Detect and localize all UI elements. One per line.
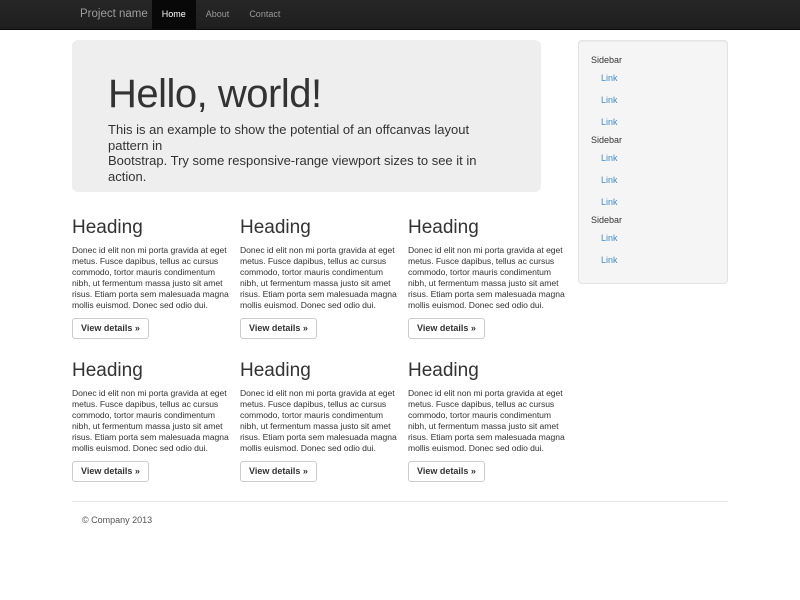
- navbar-item: About: [196, 0, 240, 29]
- card-body-text: Donec id elit non mi porta gravida at eg…: [408, 245, 566, 311]
- cards-grid: Heading Donec id elit non mi porta gravi…: [72, 217, 566, 482]
- view-details-button[interactable]: View details »: [408, 461, 485, 482]
- sidebar-group-title: Sidebar: [591, 53, 715, 67]
- sidebar-link-item: Link: [591, 147, 715, 169]
- sidebar-link[interactable]: Link: [591, 191, 715, 213]
- navbar-inner: Project name Home About Contact: [72, 0, 728, 29]
- card-heading: Heading: [72, 360, 230, 382]
- sidebar-link-list: Link Link: [591, 227, 715, 271]
- view-details-button[interactable]: View details »: [72, 461, 149, 482]
- sidebar-link[interactable]: Link: [591, 67, 715, 89]
- sidebar-link[interactable]: Link: [591, 89, 715, 111]
- view-details-button[interactable]: View details »: [72, 318, 149, 339]
- sidebar-link[interactable]: Link: [591, 227, 715, 249]
- sidebar-group: Sidebar Link Link: [591, 213, 715, 271]
- navbar-menu: Home About Contact: [152, 0, 291, 29]
- sidebar-group: Sidebar Link Link Link: [591, 53, 715, 133]
- sidebar-group-title: Sidebar: [591, 213, 715, 227]
- view-details-button[interactable]: View details »: [408, 318, 485, 339]
- navbar: Project name Home About Contact: [0, 0, 800, 30]
- sidebar-link-item: Link: [591, 227, 715, 249]
- view-details-button[interactable]: View details »: [240, 318, 317, 339]
- sidebar-link-item: Link: [591, 191, 715, 213]
- sidebar-link-item: Link: [591, 89, 715, 111]
- view-details-button[interactable]: View details »: [240, 461, 317, 482]
- sidebar-link-list: Link Link Link: [591, 67, 715, 133]
- card-body-text: Donec id elit non mi porta gravida at eg…: [72, 245, 230, 311]
- footer-divider: [72, 501, 728, 502]
- sidebar-link-item: Link: [591, 111, 715, 133]
- sidebar-link[interactable]: Link: [591, 249, 715, 271]
- navbar-item: Contact: [239, 0, 290, 29]
- sidebar-link-item: Link: [591, 249, 715, 271]
- sidebar-link-item: Link: [591, 169, 715, 191]
- content-card: Heading Donec id elit non mi porta gravi…: [72, 360, 230, 482]
- card-heading: Heading: [240, 360, 398, 382]
- sidebar-link-item: Link: [591, 67, 715, 89]
- sidebar: Sidebar Link Link Link Sidebar Link Link…: [578, 40, 728, 284]
- main-container: Hello, world! This is an example to show…: [72, 40, 728, 525]
- sidebar-link[interactable]: Link: [591, 147, 715, 169]
- sidebar-link[interactable]: Link: [591, 111, 715, 133]
- navbar-item-link[interactable]: Contact: [239, 0, 290, 29]
- sidebar-group: Sidebar Link Link Link: [591, 133, 715, 213]
- card-heading: Heading: [72, 217, 230, 239]
- copyright-text: © Company 2013: [82, 515, 728, 525]
- card-heading: Heading: [408, 217, 566, 239]
- sidebar-group-title: Sidebar: [591, 133, 715, 147]
- content-card: Heading Donec id elit non mi porta gravi…: [408, 217, 566, 339]
- sidebar-link[interactable]: Link: [591, 169, 715, 191]
- content-card: Heading Donec id elit non mi porta gravi…: [240, 360, 398, 482]
- jumbotron-description: This is an example to show the potential…: [108, 122, 505, 184]
- navbar-item-link[interactable]: Home: [152, 0, 196, 29]
- card-body-text: Donec id elit non mi porta gravida at eg…: [72, 388, 230, 454]
- card-body-text: Donec id elit non mi porta gravida at eg…: [408, 388, 566, 454]
- card-heading: Heading: [408, 360, 566, 382]
- content-card: Heading Donec id elit non mi porta gravi…: [72, 217, 230, 339]
- content-card: Heading Donec id elit non mi porta gravi…: [240, 217, 398, 339]
- card-body-text: Donec id elit non mi porta gravida at eg…: [240, 388, 398, 454]
- card-heading: Heading: [240, 217, 398, 239]
- jumbotron: Hello, world! This is an example to show…: [72, 40, 541, 192]
- navbar-item-link[interactable]: About: [196, 0, 240, 29]
- content-card: Heading Donec id elit non mi porta gravi…: [408, 360, 566, 482]
- brand-link[interactable]: Project name: [72, 0, 152, 29]
- navbar-item: Home: [152, 0, 196, 29]
- sidebar-link-list: Link Link Link: [591, 147, 715, 213]
- card-body-text: Donec id elit non mi porta gravida at eg…: [240, 245, 398, 311]
- footer: © Company 2013: [72, 515, 728, 525]
- jumbotron-title: Hello, world!: [108, 74, 505, 114]
